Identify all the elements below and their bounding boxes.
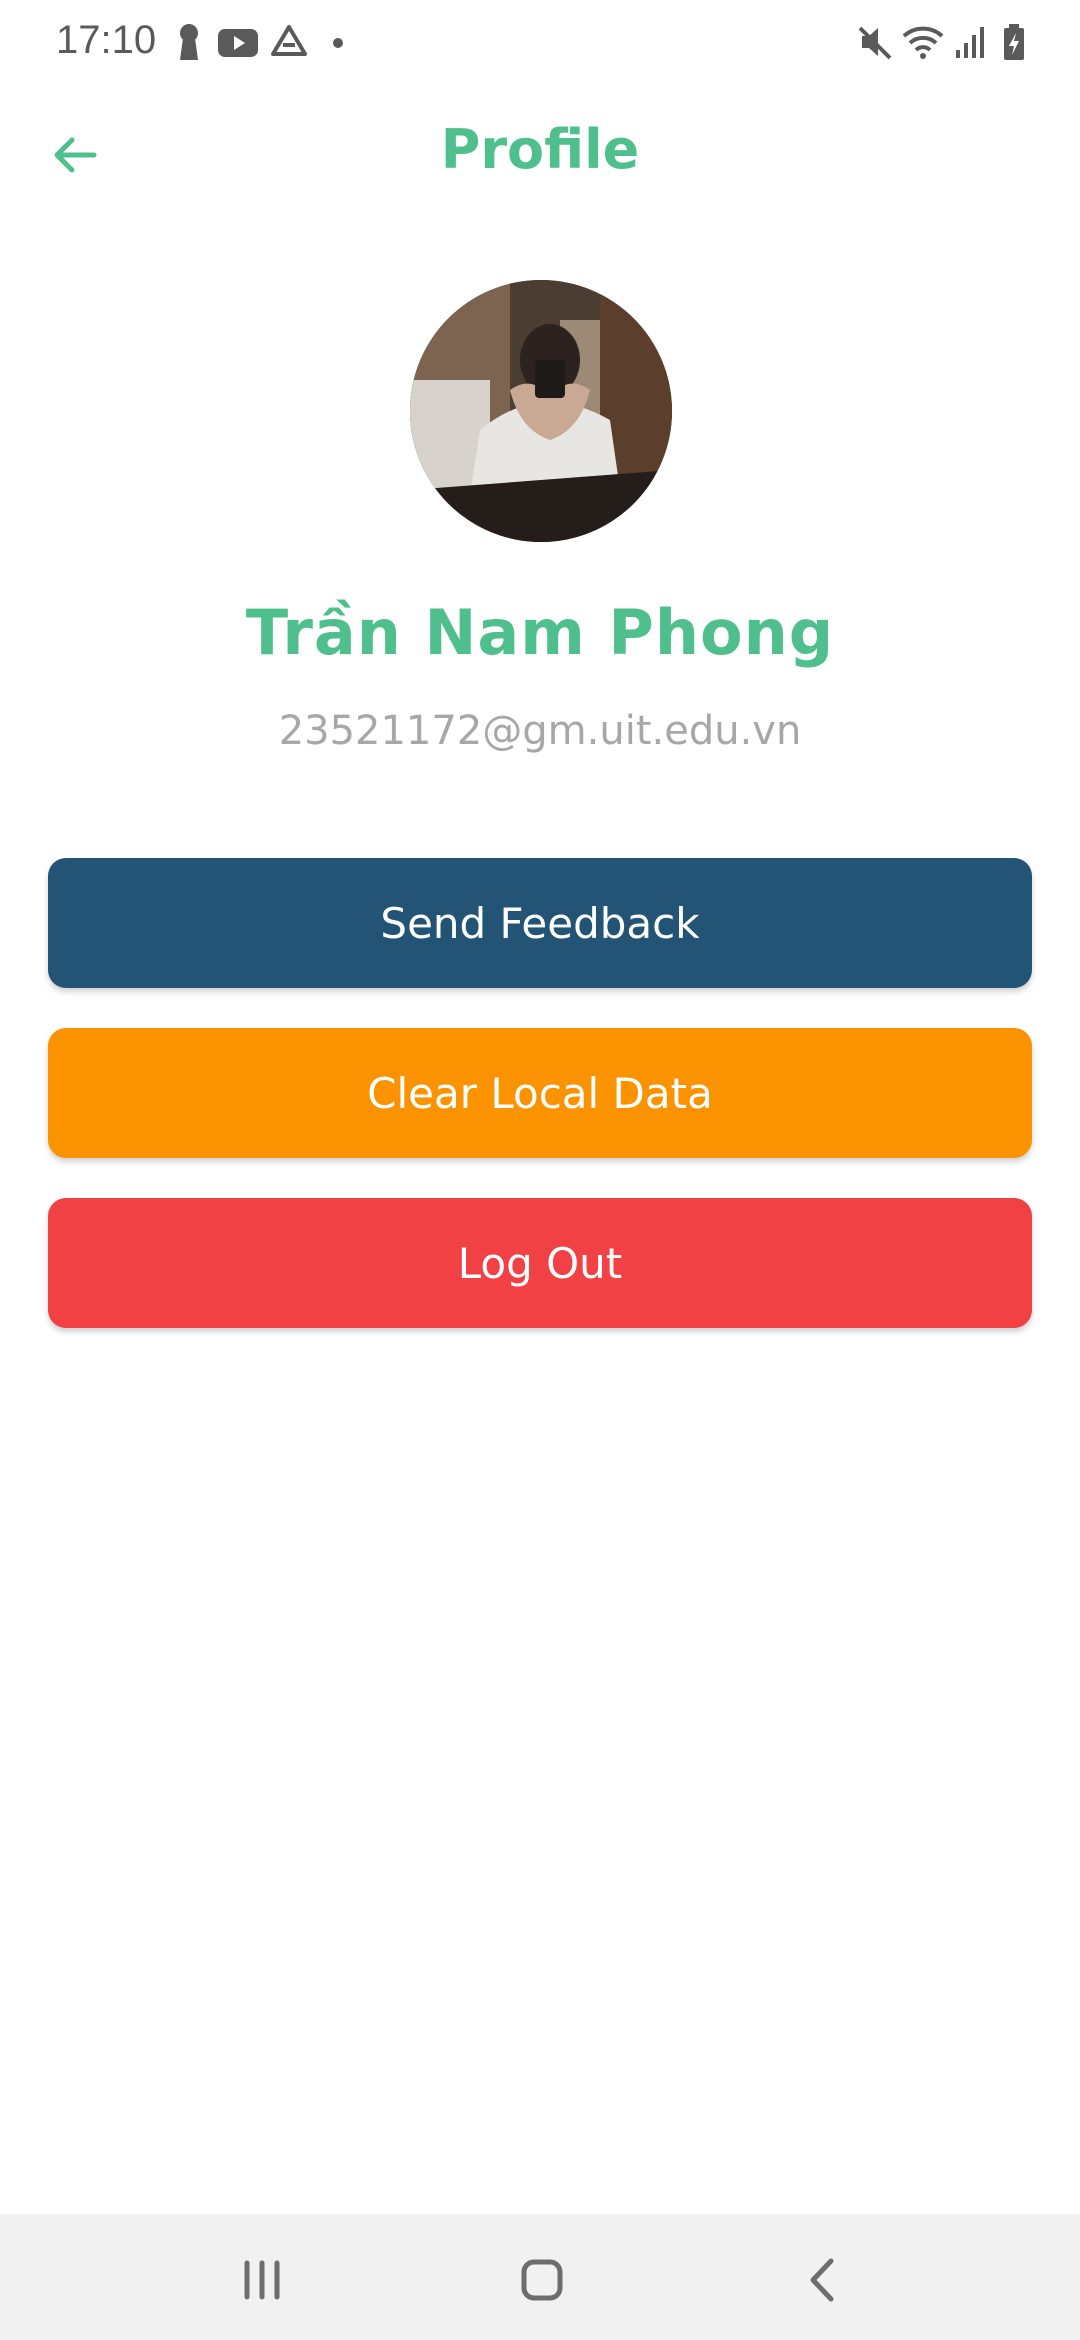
log-out-label: Log Out [457, 1238, 623, 1288]
send-feedback-label: Send Feedback [380, 898, 700, 948]
system-back-button[interactable] [784, 2240, 864, 2320]
keyhole-icon [180, 24, 198, 60]
system-nav-bar [0, 2214, 1080, 2340]
drive-icon [271, 25, 307, 56]
status-bar: 17:10 [0, 0, 1080, 84]
back-icon [810, 2258, 834, 2302]
avatar-photo [410, 280, 672, 542]
recent-apps-button[interactable] [222, 2240, 302, 2320]
status-time: 17:10 [56, 18, 157, 62]
profile-screen: 17:10 Profile Trần Nam Phong 23521172@gm… [0, 0, 1080, 2340]
user-name: Trần Nam Phong [245, 596, 835, 669]
clear-local-data-label: Clear Local Data [367, 1068, 713, 1118]
signal-icon [956, 27, 984, 58]
send-feedback-button[interactable]: Send Feedback [48, 858, 1032, 988]
page-title: Profile [440, 118, 640, 181]
wifi-icon [902, 26, 944, 59]
dot-icon [333, 38, 343, 48]
user-email: 23521172@gm.uit.edu.vn [278, 708, 802, 754]
battery-icon [1004, 24, 1024, 60]
avatar [410, 280, 672, 542]
home-icon [521, 2259, 563, 2301]
recent-apps-icon [244, 2260, 280, 2300]
mute-icon [858, 26, 892, 60]
log-out-button[interactable]: Log Out [48, 1198, 1032, 1328]
youtube-icon [218, 29, 258, 57]
clear-local-data-button[interactable]: Clear Local Data [48, 1028, 1032, 1158]
home-button[interactable] [502, 2240, 582, 2320]
